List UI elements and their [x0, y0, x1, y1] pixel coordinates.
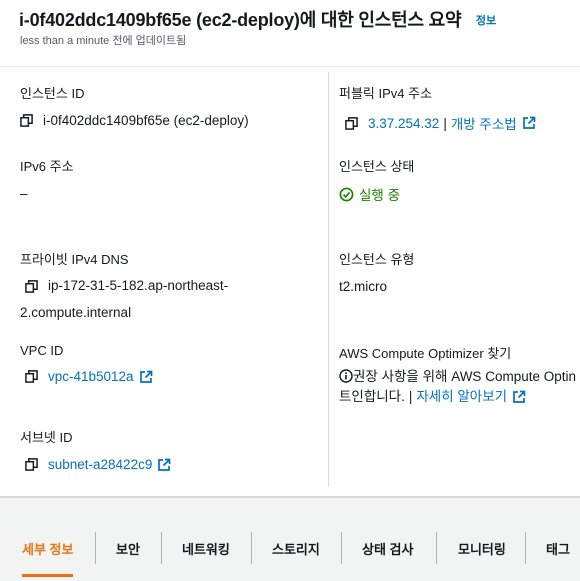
instance-state-field: 인스턴스 상태 실행 중 [339, 156, 414, 204]
tab-monitoring[interactable]: 모니터링 [458, 530, 506, 570]
copy-icon[interactable] [25, 458, 38, 471]
tab-divider [341, 532, 342, 564]
compute-optimizer-value: 권장 사항을 위해 AWS Compute Optin 트인합니다. | 자세히… [339, 367, 580, 407]
vpc-id-field: VPC ID vpc-41b5012a [20, 343, 153, 384]
public-ipv4-label: 퍼블릭 IPv4 주소 [339, 86, 433, 101]
subnet-id-label: 서브넷 ID [20, 430, 73, 445]
tab-monitoring-label: 모니터링 [458, 542, 506, 557]
info-link[interactable]: 정보 [476, 15, 496, 27]
tab-details-label: 세부 정보 [22, 542, 74, 557]
copy-icon[interactable] [25, 279, 38, 293]
vpc-id-label: VPC ID [20, 343, 64, 358]
instance-type-label: 인스턴스 유형 [339, 252, 415, 267]
tab-divider [95, 532, 96, 564]
learn-more-link[interactable]: 자세히 알아보기 [416, 387, 507, 407]
instance-id-label: 인스턴스 ID [20, 86, 85, 101]
tab-tags[interactable]: 태그 [546, 530, 570, 570]
tab-networking[interactable]: 네트워킹 [182, 530, 230, 570]
last-updated-text: less than a minute 전에 업데이트됨 [20, 35, 187, 47]
title-row: i-0f402ddc1409bf65e (ec2-deploy)에 대한 인스턴… [19, 6, 496, 32]
tab-divider [525, 532, 526, 564]
instance-state-text: 실행 중 [359, 188, 401, 203]
detail-tabs: 세부 정보 보안 네트워킹 스토리지 상태 검사 모니터링 태그 [0, 530, 580, 577]
subnet-id-field: 서브넷 ID subnet-a28422c9 [20, 427, 171, 472]
subnet-id-value: subnet-a28422c9 [25, 457, 171, 472]
copy-icon[interactable] [345, 116, 358, 130]
tab-tags-label: 태그 [546, 542, 570, 557]
vpc-id-link[interactable]: vpc-41b5012a [48, 369, 134, 384]
instance-id-text: i-0f402ddc1409bf65e (ec2-deploy) [43, 113, 249, 128]
open-address-link[interactable]: 개방 주소법 [451, 113, 517, 133]
tab-storage[interactable]: 스토리지 [272, 530, 320, 570]
copy-icon[interactable] [25, 370, 38, 383]
ipv6-label: IPv6 주소 [20, 159, 74, 174]
public-ipv4-address[interactable]: 3.37.254.32 [368, 116, 439, 131]
tab-divider [251, 532, 252, 564]
tab-security[interactable]: 보안 [116, 530, 140, 570]
tab-status-checks-label: 상태 검사 [362, 542, 414, 557]
optimizer-text-line1: 권장 사항을 위해 AWS Compute Optin [353, 369, 576, 384]
external-link-icon[interactable] [139, 370, 153, 384]
tab-security-label: 보안 [116, 542, 140, 557]
tab-networking-label: 네트워킹 [182, 542, 230, 557]
check-circle-icon [339, 187, 354, 201]
instance-type-field: 인스턴스 유형 t2.micro [339, 249, 414, 294]
external-link-icon[interactable] [157, 458, 171, 472]
optimizer-text-line2: 트인합니다. [339, 389, 405, 404]
vpc-id-value: vpc-41b5012a [25, 369, 153, 384]
separator: | [408, 389, 413, 404]
subnet-id-link[interactable]: subnet-a28422c9 [48, 457, 152, 472]
tab-details[interactable]: 세부 정보 [22, 530, 74, 577]
copy-icon[interactable] [20, 114, 33, 127]
public-ipv4-value: 3.37.254.32 | 개방 주소법 [345, 113, 536, 133]
ipv6-field: IPv6 주소 – [20, 156, 74, 201]
external-link-icon[interactable] [522, 116, 536, 130]
private-dns-label: 프라이빗 IPv4 DNS [20, 252, 129, 267]
private-dns-value: ip-172-31-5-182.ap-northeast- 2.compute.… [20, 274, 228, 325]
tab-status-checks[interactable]: 상태 검사 [362, 530, 413, 570]
instance-id-field: 인스턴스 ID i-0f402ddc1409bf65e (ec2-deploy) [20, 83, 249, 128]
tab-divider [161, 532, 162, 564]
column-divider [328, 72, 329, 487]
tab-divider [436, 532, 437, 564]
compute-optimizer-field: AWS Compute Optimizer 찾기 권장 사항을 위해 AWS C… [339, 343, 580, 407]
ipv6-value: – [20, 186, 28, 201]
separator: | [443, 115, 447, 131]
header-divider [0, 66, 580, 67]
private-dns-text-line1: ip-172-31-5-182.ap-northeast- [48, 278, 229, 293]
public-ipv4-field: 퍼블릭 IPv4 주소 3.37.254.32 | 개방 주소법 [339, 83, 536, 133]
instance-state-label: 인스턴스 상태 [339, 159, 415, 174]
instance-type-value: t2.micro [339, 279, 388, 294]
external-link-icon[interactable] [512, 390, 526, 404]
compute-optimizer-label: AWS Compute Optimizer 찾기 [339, 346, 512, 361]
instance-id-value: i-0f402ddc1409bf65e (ec2-deploy) [20, 113, 249, 128]
tab-storage-label: 스토리지 [272, 542, 320, 557]
info-circle-icon [339, 369, 353, 383]
page-title: i-0f402ddc1409bf65e (ec2-deploy)에 대한 인스턴… [19, 10, 462, 30]
summary-header: i-0f402ddc1409bf65e (ec2-deploy)에 대한 인스턴… [0, 0, 580, 62]
private-dns-text-line2: 2.compute.internal [20, 304, 132, 320]
active-tab-indicator [22, 574, 74, 577]
instance-state-value: 실행 중 [339, 184, 414, 204]
private-dns-field: 프라이빗 IPv4 DNS ip-172-31-5-182.ap-northea… [20, 249, 228, 325]
